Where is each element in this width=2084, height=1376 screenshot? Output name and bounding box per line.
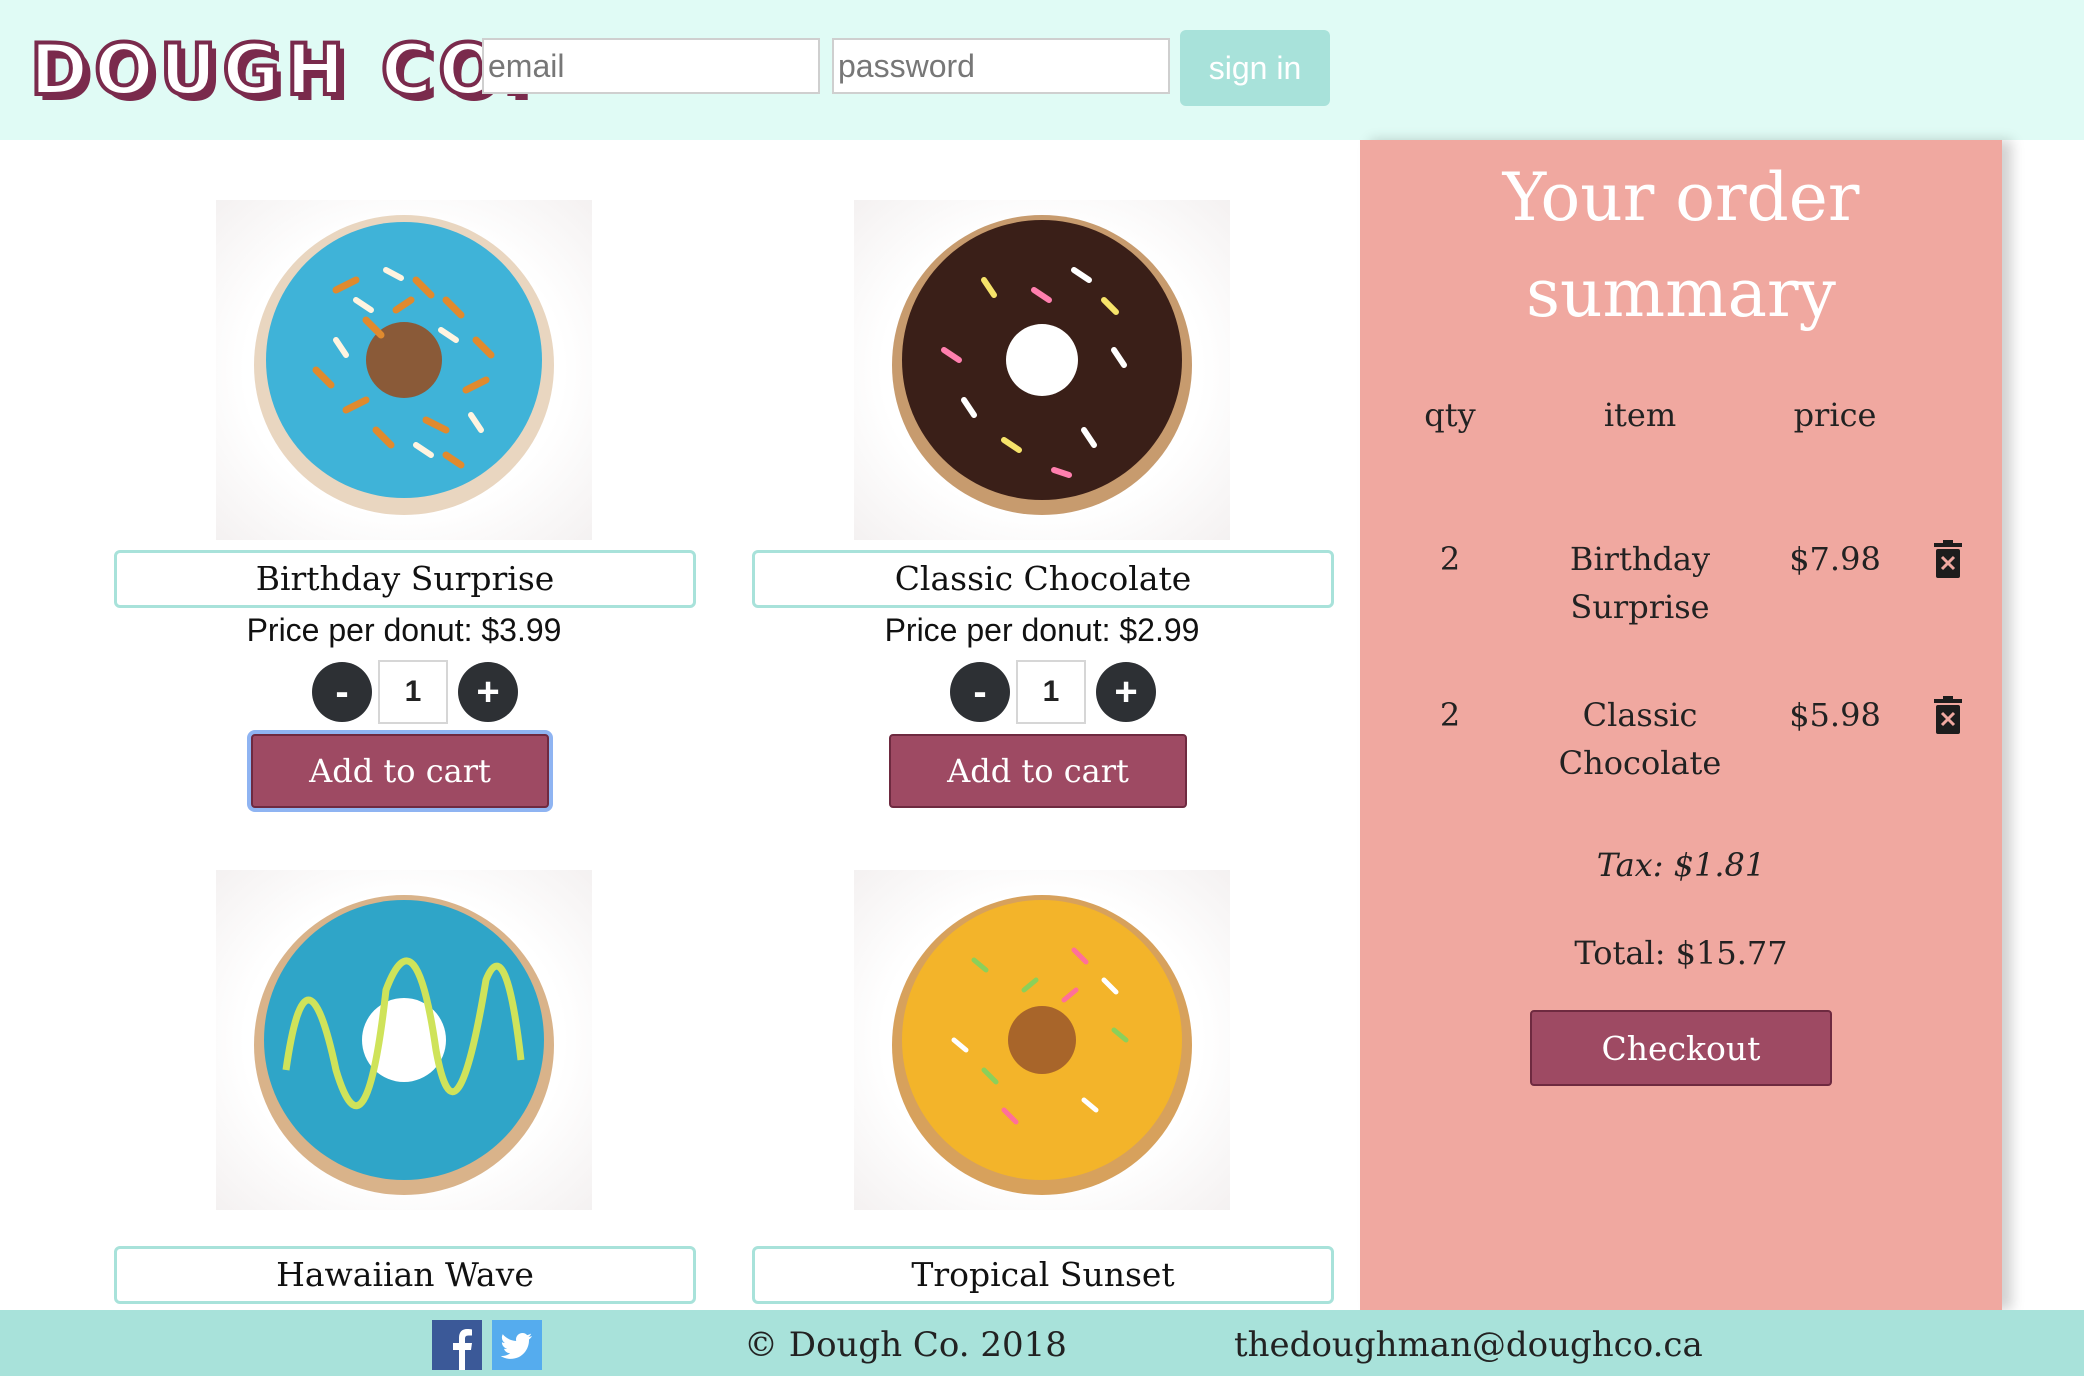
order-title-line: summary bbox=[1526, 255, 1836, 332]
order-row-item-line: Birthday bbox=[1569, 540, 1711, 578]
quantity-field[interactable]: 1 bbox=[1016, 660, 1086, 724]
order-row-item-line: Classic bbox=[1582, 696, 1698, 734]
order-row-item: Birthday Surprise bbox=[1520, 535, 1760, 631]
order-summary-title: Your order summary bbox=[1360, 150, 2002, 342]
decrease-quantity-button[interactable]: - bbox=[312, 662, 372, 722]
site-header: DOUGH CO. sign in bbox=[0, 0, 2084, 140]
increase-quantity-button[interactable]: + bbox=[1096, 662, 1156, 722]
site-logo[interactable]: DOUGH CO. bbox=[28, 28, 535, 112]
item-column-header: item bbox=[1603, 396, 1677, 434]
password-input[interactable] bbox=[832, 38, 1170, 94]
increase-quantity-button[interactable]: + bbox=[458, 662, 518, 722]
order-row-price: $5.98 bbox=[1789, 696, 1881, 734]
order-row-qty: 2 bbox=[1439, 540, 1461, 578]
checkout-button[interactable]: Checkout bbox=[1530, 1010, 1832, 1086]
facebook-icon[interactable] bbox=[432, 1320, 482, 1370]
yellow-sprinkle-donut-image bbox=[854, 870, 1230, 1210]
add-to-cart-button[interactable]: Add to cart bbox=[889, 734, 1187, 808]
order-row-qty: 2 bbox=[1439, 696, 1461, 734]
qty-column-header: qty bbox=[1424, 396, 1476, 434]
add-to-cart-button[interactable]: Add to cart bbox=[251, 734, 549, 808]
blue-drizzle-donut-image bbox=[216, 870, 592, 1210]
price-per-donut: Price per donut: $2.99 bbox=[884, 612, 1200, 648]
product-name: Hawaiian Wave bbox=[114, 1246, 696, 1304]
order-row-item-line: Surprise bbox=[1570, 588, 1710, 626]
product-name: Birthday Surprise bbox=[114, 550, 696, 608]
footer-email-link[interactable]: thedoughman@doughco.ca bbox=[1234, 1320, 1703, 1370]
price-column-header: price bbox=[1793, 396, 1877, 434]
sign-in-button[interactable]: sign in bbox=[1180, 30, 1330, 106]
trash-icon[interactable] bbox=[1932, 540, 1964, 578]
twitter-icon[interactable] bbox=[492, 1320, 542, 1370]
order-tax: Tax: $1.81 bbox=[1596, 846, 1766, 884]
blue-coconut-donut-image bbox=[216, 200, 592, 540]
product-name: Classic Chocolate bbox=[752, 550, 1334, 608]
order-total: Total: $15.77 bbox=[1574, 934, 1788, 972]
quantity-stepper: - 1 + bbox=[308, 660, 518, 724]
quantity-field[interactable]: 1 bbox=[378, 660, 448, 724]
price-per-donut: Price per donut: $3.99 bbox=[246, 612, 562, 648]
footer-copyright: © Dough Co. 2018 bbox=[744, 1325, 1067, 1365]
order-row-price: $7.98 bbox=[1789, 540, 1881, 578]
chocolate-sprinkle-donut-image bbox=[854, 200, 1230, 540]
decrease-quantity-button[interactable]: - bbox=[950, 662, 1010, 722]
order-row-item: Classic Chocolate bbox=[1520, 691, 1760, 787]
email-input[interactable] bbox=[482, 38, 820, 94]
quantity-stepper: - 1 + bbox=[946, 660, 1156, 724]
order-row-item-line: Chocolate bbox=[1558, 744, 1722, 782]
order-title-line: Your order bbox=[1502, 159, 1860, 236]
trash-icon[interactable] bbox=[1932, 696, 1964, 734]
site-footer: © Dough Co. 2018 thedoughman@doughco.ca bbox=[0, 1310, 2084, 1376]
product-name: Tropical Sunset bbox=[752, 1246, 1334, 1304]
order-summary-panel: Your order summary qty item price 2 Birt… bbox=[1360, 140, 2002, 1310]
